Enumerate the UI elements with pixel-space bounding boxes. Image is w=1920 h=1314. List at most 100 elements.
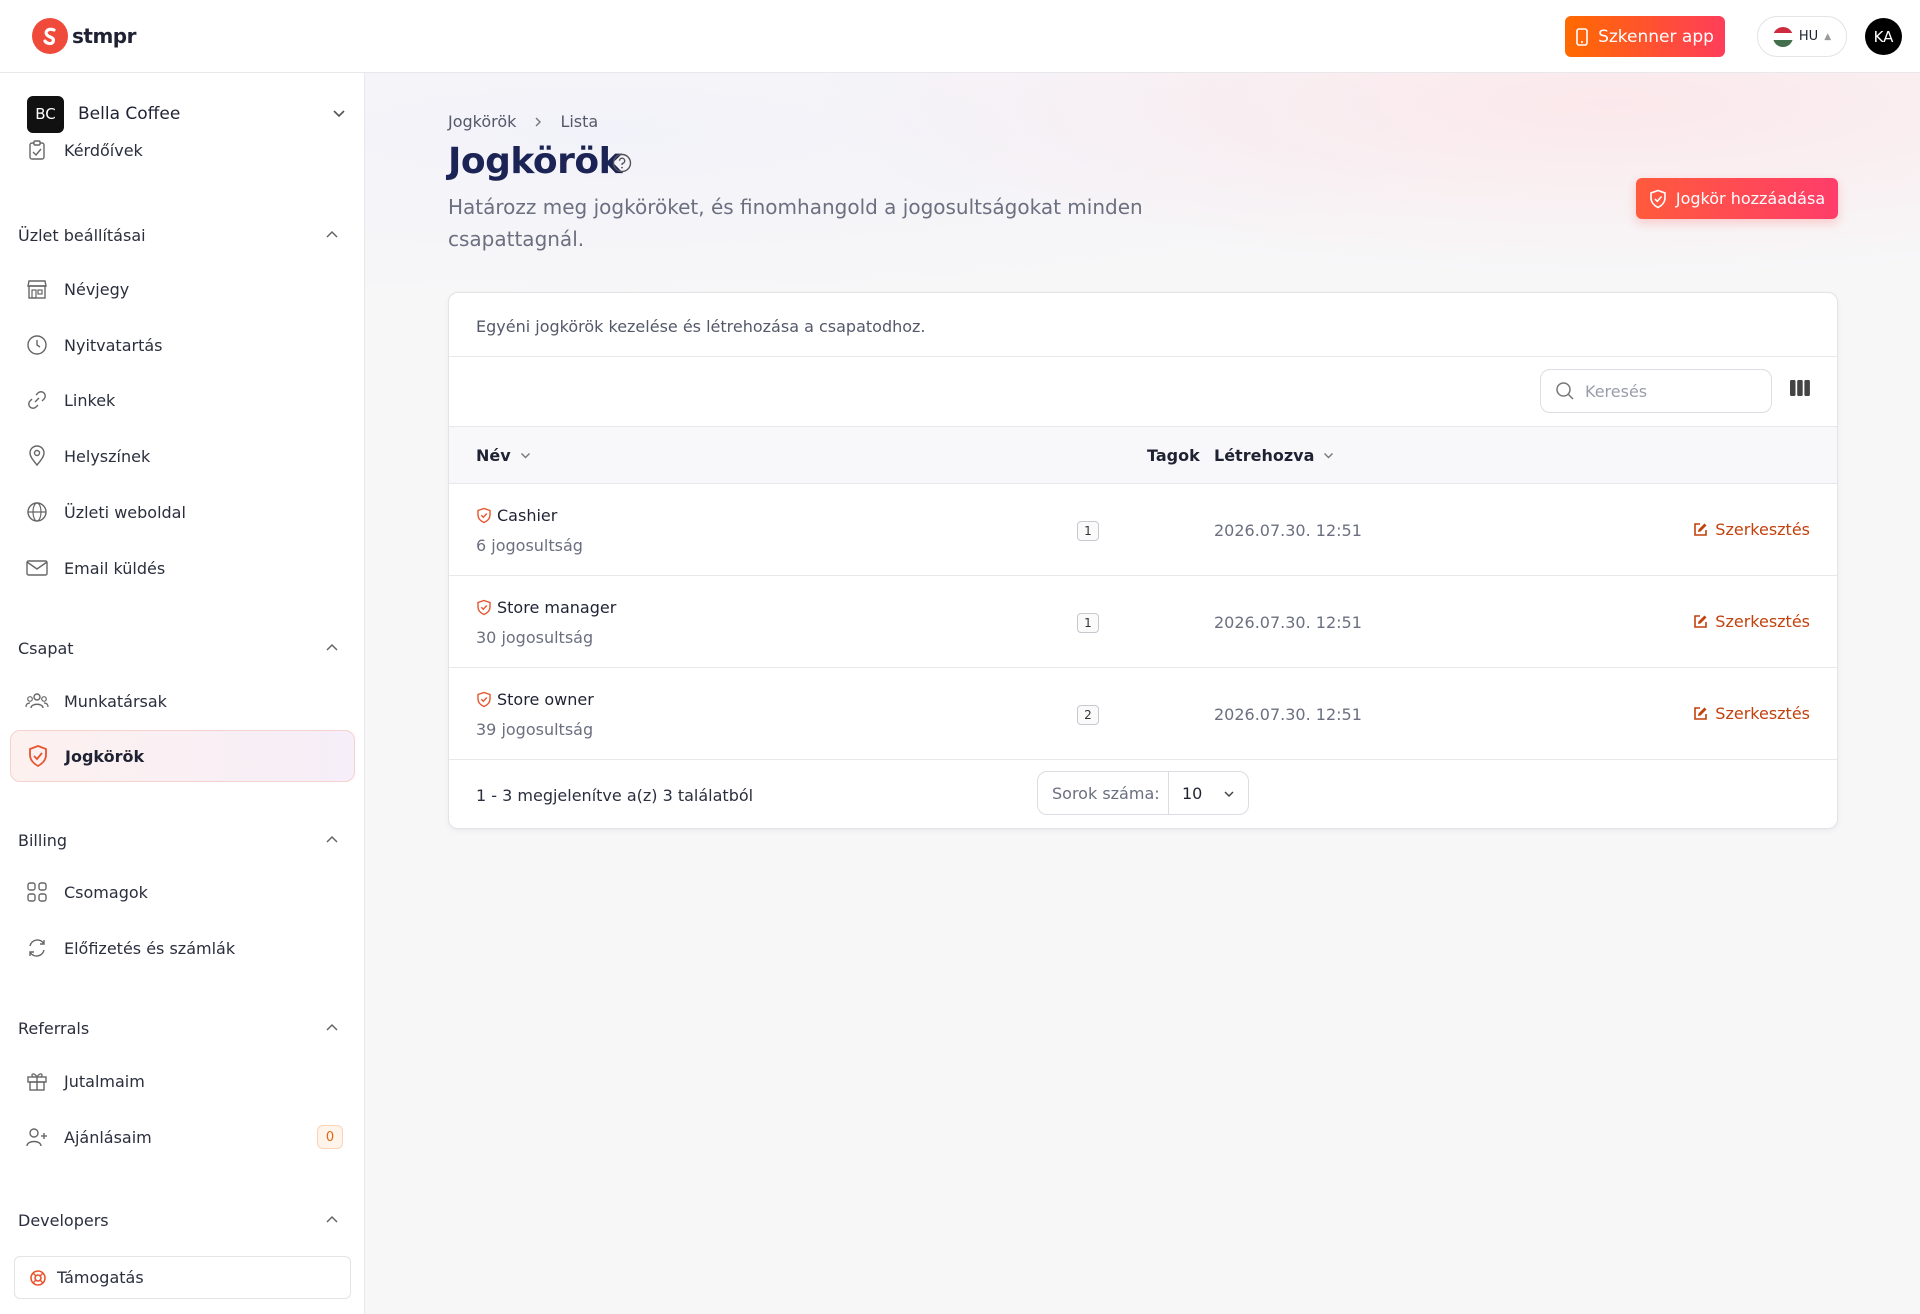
chevron-up-icon	[326, 835, 338, 843]
table-row: Store manager 30 jogosultság 1 2026.07.3…	[449, 576, 1837, 668]
table-row: Cashier 6 jogosultság 1 2026.07.30. 12:5…	[449, 484, 1837, 576]
column-header-members: Tagok	[1147, 446, 1200, 465]
sidebar-item-label: Helyszínek	[64, 446, 151, 466]
scanner-app-button[interactable]: Szkenner app	[1565, 16, 1725, 57]
edit-role-button[interactable]: Szerkesztés	[1693, 704, 1810, 723]
role-name: Cashier	[476, 506, 557, 525]
section-title: Üzlet beállításai	[18, 225, 146, 245]
sidebar-item-label: Csomagok	[64, 882, 148, 902]
rows-per-page-label: Sorok száma:	[1038, 772, 1169, 814]
section-uzlet-beallitasai[interactable]: Üzlet beállításai	[18, 223, 348, 247]
section-referrals[interactable]: Referrals	[18, 1016, 348, 1040]
search-box[interactable]	[1540, 369, 1772, 413]
shield-check-icon	[1650, 189, 1666, 208]
add-role-label: Jogkör hozzáadása	[1675, 189, 1826, 208]
chevron-down-icon	[333, 110, 345, 118]
sidebar-item-label: Nyitvatartás	[64, 335, 163, 355]
rows-per-page-select[interactable]: Sorok száma: 10	[1037, 771, 1249, 815]
chevron-down-icon	[1324, 453, 1334, 459]
column-header-name[interactable]: Név	[476, 446, 532, 465]
table-toolbar	[449, 357, 1837, 427]
edit-icon	[1694, 523, 1708, 536]
users-icon	[24, 688, 50, 714]
shield-check-icon	[477, 691, 491, 708]
support-label: Támogatás	[57, 1268, 144, 1287]
sidebar-item-label: Kérdőívek	[64, 140, 143, 160]
logo-text: stmpr	[72, 24, 136, 48]
column-header-label: Létrehozva	[1214, 446, 1315, 465]
user-avatar[interactable]: KA	[1865, 18, 1902, 55]
org-avatar: BC	[27, 95, 64, 133]
search-input[interactable]	[1585, 381, 1755, 401]
section-title: Billing	[18, 830, 68, 850]
sidebar-item-label: Előfizetés és számlák	[64, 938, 236, 958]
lifebuoy-icon	[29, 1269, 47, 1287]
sidebar-item-ajanlasaim[interactable]: Ajánlásaim 0	[10, 1111, 355, 1163]
role-name-text: Store manager	[497, 598, 617, 617]
page-subtitle: Határozz meg jogköröket, és finomhangold…	[448, 195, 1143, 251]
add-role-button[interactable]: Jogkör hozzáadása	[1636, 178, 1838, 219]
sidebar-item-jutalmaim[interactable]: Jutalmaim	[10, 1055, 355, 1107]
role-permission-count: 30 jogosultság	[476, 628, 594, 647]
shield-check-icon	[477, 599, 491, 616]
edit-role-label: Szerkesztés	[1715, 612, 1810, 631]
breadcrumb-item-jogkorok[interactable]: Jogkörök	[448, 112, 516, 131]
link-icon	[24, 387, 50, 413]
sidebar-item-label: Linkek	[64, 390, 116, 410]
role-name-text: Cashier	[497, 506, 558, 525]
search-icon	[1556, 382, 1574, 400]
language-selector[interactable]: HU ▲	[1757, 16, 1847, 57]
logo[interactable]: stmpr	[32, 18, 136, 54]
sidebar-item-jogkorok[interactable]: Jogkörök	[10, 730, 355, 782]
column-header-created[interactable]: Létrehozva	[1214, 446, 1335, 465]
store-icon	[24, 276, 50, 302]
sidebar-item-elofizetes-es-szamlak[interactable]: Előfizetés és számlák	[10, 922, 355, 974]
role-permission-count: 6 jogosultság	[476, 536, 583, 555]
table-header: Név Tagok Létrehozva	[449, 427, 1837, 484]
caret-up-icon: ▲	[1824, 31, 1832, 42]
sidebar-item-nevjegy[interactable]: Névjegy	[10, 263, 355, 315]
edit-role-button[interactable]: Szerkesztés	[1693, 612, 1810, 631]
sidebar-item-nyitvatartas[interactable]: Nyitvatartás	[10, 319, 355, 371]
edit-icon	[1694, 707, 1708, 720]
section-billing[interactable]: Billing	[18, 828, 348, 852]
sidebar-item-email-kuldes[interactable]: Email küldés	[10, 542, 355, 594]
role-created-date: 2026.07.30. 12:51	[1214, 705, 1362, 724]
language-code: HU	[1798, 29, 1819, 44]
breadcrumb-item-lista: Lista	[560, 112, 599, 131]
columns-toggle-icon[interactable]	[1789, 379, 1811, 401]
edit-role-button[interactable]: Szerkesztés	[1693, 520, 1810, 539]
chevron-up-icon	[326, 643, 338, 651]
mail-icon	[24, 555, 50, 581]
map-pin-icon	[24, 443, 50, 469]
org-name: Bella Coffee	[78, 104, 181, 124]
help-circle-icon[interactable]	[612, 153, 632, 177]
breadcrumb: Jogkörök Lista	[448, 112, 598, 131]
sidebar-item-csomagok[interactable]: Csomagok	[10, 866, 355, 918]
shield-check-icon	[477, 507, 491, 524]
role-member-count: 1	[1077, 521, 1099, 541]
sidebar-item-helyszinek[interactable]: Helyszínek	[10, 430, 355, 482]
chevron-down-icon	[1224, 791, 1234, 798]
edit-role-label: Szerkesztés	[1715, 520, 1810, 539]
sidebar-item-linkek[interactable]: Linkek	[10, 374, 355, 426]
section-developers[interactable]: Developers	[18, 1208, 348, 1232]
support-button[interactable]: Támogatás	[14, 1256, 351, 1299]
section-csapat[interactable]: Csapat	[18, 636, 348, 660]
sidebar-item-uzleti-weboldal[interactable]: Üzleti weboldal	[10, 486, 355, 538]
sidebar-item-label: Email küldés	[64, 558, 166, 578]
role-name-text: Store owner	[497, 690, 594, 709]
pagination-summary: 1 - 3 megjelenítve a(z) 3 találatból	[476, 786, 754, 805]
org-switcher[interactable]: BC Bella Coffee	[27, 95, 347, 133]
role-created-date: 2026.07.30. 12:51	[1214, 613, 1362, 632]
role-name: Store manager	[476, 598, 616, 617]
referral-count-badge: 0	[317, 1125, 343, 1149]
sidebar-item-label: Névjegy	[64, 279, 130, 299]
section-title: Developers	[18, 1210, 109, 1230]
sidebar-item-label: Jogkörök	[65, 746, 145, 766]
section-title: Referrals	[18, 1018, 90, 1038]
sidebar-item-munkatarsak[interactable]: Munkatársak	[10, 675, 355, 727]
sidebar-item-label: Jutalmaim	[64, 1071, 145, 1091]
sidebar-item-kerdoivek[interactable]: Kérdőívek	[10, 135, 355, 165]
chevron-up-icon	[326, 1215, 338, 1223]
